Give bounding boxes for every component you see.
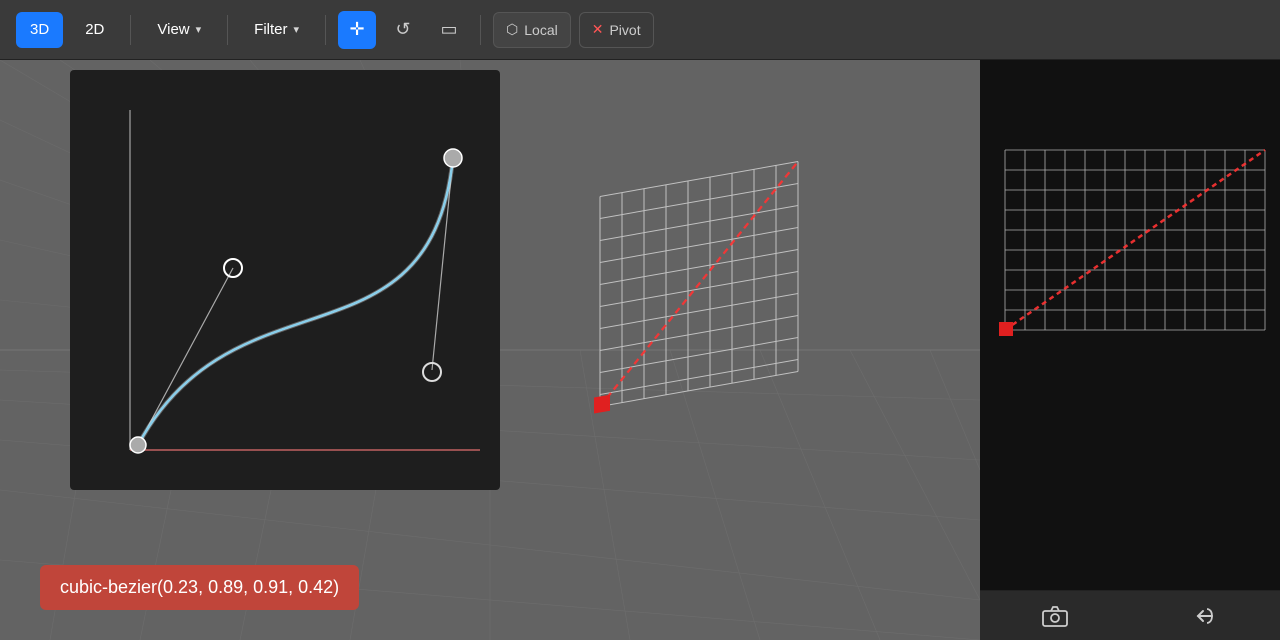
btn-pivot[interactable]: ✕ Pivot xyxy=(579,12,654,48)
box-icon: ▭ xyxy=(441,19,458,40)
btn-refresh[interactable]: ↺ xyxy=(384,11,422,49)
main-toolbar: 3D 2D View ▾ Filter ▾ ✛ ↺ ▭ ⬡ Local ✕ Pi… xyxy=(0,0,1280,60)
view-chevron: ▾ xyxy=(196,23,202,36)
separator-3 xyxy=(325,15,326,45)
right-panel-toolbar xyxy=(980,590,1280,640)
right-panel: iPhone 8 ▾ ≡ ⤢ xyxy=(980,60,1280,640)
view-label: View xyxy=(157,21,189,38)
main-content: cubic-bezier(0.23, 0.89, 0.91, 0.42) iPh… xyxy=(0,60,1280,640)
bezier-curve-svg xyxy=(70,70,500,490)
pivot-label: Pivot xyxy=(609,22,640,38)
bezier-formula-text: cubic-bezier(0.23, 0.89, 0.91, 0.42) xyxy=(60,577,339,597)
move-icon: ✛ xyxy=(349,19,364,40)
local-label: Local xyxy=(524,22,557,38)
separator-2 xyxy=(227,15,228,45)
btn-back[interactable] xyxy=(1183,594,1227,638)
center-grid-svg xyxy=(580,160,820,500)
x-icon: ✕ xyxy=(592,21,604,38)
back-icon xyxy=(1193,604,1217,628)
cube-icon: ⬡ xyxy=(506,21,518,38)
filter-chevron: ▾ xyxy=(294,23,300,36)
btn-box[interactable]: ▭ xyxy=(430,11,468,49)
3d-grid-object xyxy=(580,160,820,505)
bezier-formula-label: cubic-bezier(0.23, 0.89, 0.91, 0.42) xyxy=(40,565,359,610)
bezier-editor-panel[interactable] xyxy=(70,70,500,490)
btn-2d[interactable]: 2D xyxy=(71,12,118,48)
btn-filter[interactable]: Filter ▾ xyxy=(240,12,313,48)
separator-4 xyxy=(480,15,481,45)
btn-local[interactable]: ⬡ Local xyxy=(493,12,571,48)
btn-camera[interactable] xyxy=(1033,594,1077,638)
viewport-3d[interactable]: cubic-bezier(0.23, 0.89, 0.91, 0.42) xyxy=(0,60,980,640)
filter-label: Filter xyxy=(254,21,287,38)
right-panel-canvas xyxy=(980,60,1280,590)
separator-1 xyxy=(130,15,131,45)
btn-move[interactable]: ✛ xyxy=(338,11,376,49)
refresh-icon: ↺ xyxy=(395,19,410,40)
right-panel-svg xyxy=(980,60,1280,550)
btn-3d[interactable]: 3D xyxy=(16,12,63,48)
camera-icon xyxy=(1042,605,1068,627)
btn-view[interactable]: View ▾ xyxy=(143,12,215,48)
